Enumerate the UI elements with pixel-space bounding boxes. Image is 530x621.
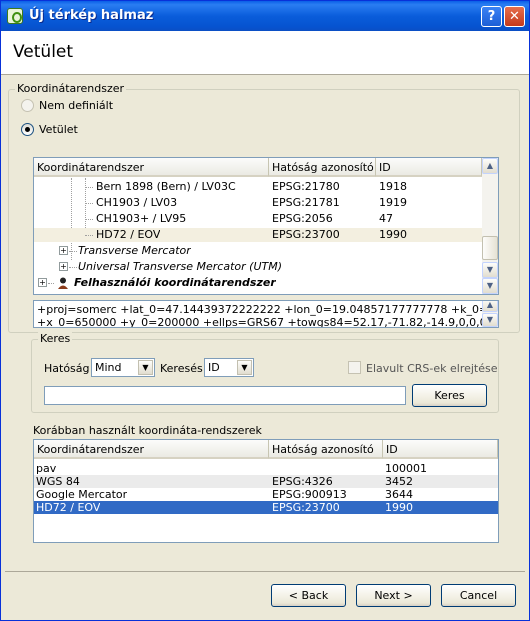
radio-undefined-label: Nem definiált	[39, 99, 114, 112]
search-group-title: Keres	[38, 332, 73, 345]
search-input[interactable]	[44, 386, 406, 405]
search-by-label: Keresés	[160, 362, 203, 375]
scroll-down-icon[interactable]: ▼	[482, 313, 498, 327]
proj-string-field[interactable]: +proj=somerc +lat_0=47.14439372222222 +l…	[33, 300, 499, 328]
recent-col-name[interactable]: Koordinátarendszer	[34, 440, 269, 459]
radio-undefined[interactable]	[21, 99, 34, 112]
recent-crs-list[interactable]: Koordinátarendszer Hatóság azonosító ID …	[33, 439, 499, 543]
expand-icon[interactable]: +	[59, 246, 68, 255]
recent-col-authority[interactable]: Hatóság azonosító	[269, 440, 383, 459]
radio-projection[interactable]	[21, 123, 34, 136]
crs-group-row[interactable]: + Universal Transverse Mercator (UTM)	[34, 260, 482, 274]
qgis-icon	[7, 8, 23, 24]
chevron-down-icon[interactable]: ▼	[237, 360, 252, 375]
crs-group-row[interactable]: + Felhasználói koordinátarendszer	[34, 276, 482, 290]
hide-deprecated-checkbox[interactable]	[348, 361, 361, 374]
wizard-header: Vetület	[1, 31, 529, 75]
scroll-down-icon[interactable]: ▼	[482, 278, 498, 294]
search-button[interactable]: Keres	[412, 384, 487, 407]
scroll-up-icon[interactable]: ▲	[482, 158, 498, 174]
expand-icon[interactable]: +	[59, 262, 68, 271]
scroll-down-icon[interactable]: ▼	[482, 262, 498, 278]
recent-title: Korábban használt koordináta-rendszerek	[33, 424, 262, 437]
search-by-combo[interactable]: ID ▼	[204, 358, 254, 377]
proj-string-line: +proj=somerc +lat_0=47.14439372222222 +l…	[37, 303, 499, 316]
next-button[interactable]: Next >	[356, 584, 431, 607]
crs-group-title: Koordinátarendszer	[15, 82, 127, 95]
authority-label: Hatóság	[44, 362, 90, 375]
crs-vscrollbar[interactable]: ▲ ▼ ▲	[482, 158, 498, 294]
help-button[interactable]: ?	[481, 6, 502, 27]
crs-row-current[interactable]: HD72 / EOV EPSG:23700 1990	[34, 228, 482, 242]
cancel-button[interactable]: Cancel	[441, 584, 516, 607]
recent-row[interactable]: WGS 84 EPSG:4326 3452	[34, 475, 498, 488]
chevron-down-icon[interactable]: ▼	[138, 360, 153, 375]
title-bar[interactable]: Új térkép halmaz ? ✕	[1, 1, 529, 31]
page-title: Vetület	[13, 42, 74, 62]
crs-col-id[interactable]: ID	[376, 158, 482, 177]
proj-vscrollbar[interactable]: ▲ ▼	[482, 301, 498, 327]
crs-row[interactable]: CH1903+ / LV95 EPSG:2056 47	[34, 212, 482, 226]
authority-combo[interactable]: Mind ▼	[91, 358, 155, 377]
proj-string-line: +x_0=650000 +y_0=200000 +ellps=GRS67 +to…	[37, 316, 498, 328]
expand-icon[interactable]: +	[38, 278, 47, 287]
user-icon	[57, 277, 69, 289]
footer-divider	[5, 571, 525, 572]
radio-projection-label: Vetület	[39, 123, 78, 136]
scroll-thumb[interactable]	[482, 236, 498, 260]
close-button[interactable]: ✕	[504, 6, 525, 27]
recent-col-id[interactable]: ID	[383, 440, 498, 459]
recent-row-selected[interactable]: HD72 / EOV EPSG:23700 1990	[34, 501, 498, 514]
recent-row[interactable]: pav 100001	[34, 462, 498, 475]
recent-row[interactable]: Google Mercator EPSG:900913 3644	[34, 488, 498, 501]
crs-tree[interactable]: Koordinátarendszer Hatóság azonosító ID …	[33, 157, 499, 295]
crs-col-authority[interactable]: Hatóság azonosító	[269, 158, 376, 177]
back-button[interactable]: < Back	[271, 584, 346, 607]
crs-col-name[interactable]: Koordinátarendszer	[34, 158, 269, 177]
crs-row[interactable]: CH1903 / LV03 EPSG:21781 1919	[34, 196, 482, 210]
crs-row[interactable]: Bern 1898 (Bern) / LV03C EPSG:21780 1918	[34, 180, 482, 194]
window-title: Új térkép halmaz	[29, 8, 154, 23]
hide-deprecated-label: Elavult CRS-ek elrejtése	[366, 362, 498, 375]
scroll-up-icon[interactable]: ▲	[482, 301, 498, 312]
crs-group-row[interactable]: + Transverse Mercator	[34, 244, 482, 258]
dialog-window: Új térkép halmaz ? ✕ Vetület Koordinátar…	[0, 0, 530, 621]
